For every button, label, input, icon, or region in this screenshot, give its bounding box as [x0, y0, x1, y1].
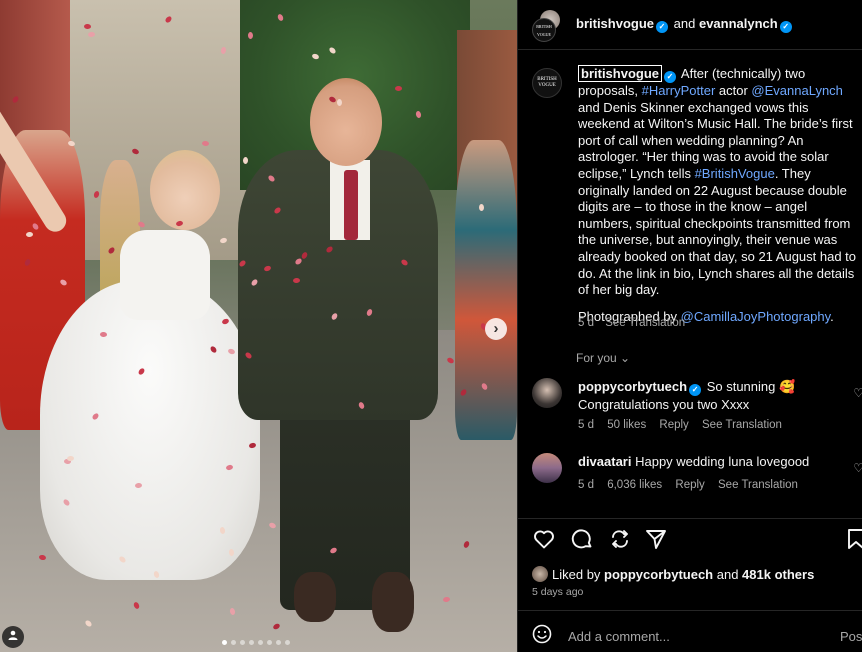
divider	[518, 610, 862, 611]
comment-input[interactable]	[568, 626, 808, 646]
header-and: and	[673, 16, 696, 31]
carousel-dot	[267, 640, 272, 645]
carousel-dots	[222, 640, 290, 645]
heart-icon[interactable]: ♡	[853, 386, 862, 400]
likes-summary[interactable]: Liked by poppycorbytuech and 481k others	[532, 566, 814, 582]
comment-body: poppycorbytuech ✓ So stunning 🥰 Congratul…	[578, 378, 848, 413]
verified-badge-icon: ✓	[664, 71, 677, 83]
caption-age[interactable]: 5 d	[578, 317, 594, 329]
bookmark-icon[interactable]	[846, 527, 862, 553]
comment-item: poppycorbytuech ✓ So stunning 🥰 Congratul…	[532, 378, 862, 438]
likes-count[interactable]: 481k others	[742, 567, 814, 582]
caption: britishvogue ✓ After (technically) two pr…	[578, 65, 860, 325]
hashtag-link[interactable]: #BritishVogue	[695, 166, 775, 181]
comment-username[interactable]: poppycorbytuech	[578, 379, 687, 394]
comment-age: 5 d	[578, 479, 594, 491]
caption-meta: 5 d See Translation	[578, 317, 693, 329]
divider	[518, 518, 862, 519]
vogue-avatar[interactable]: BRITISH VOGUE	[532, 18, 556, 42]
mention-link[interactable]: @EvannaLynch	[751, 83, 843, 98]
post-time[interactable]: 5 days ago	[532, 586, 583, 598]
likes-prefix: Liked by	[552, 567, 605, 582]
photo-shoe	[372, 572, 414, 632]
carousel-dot	[285, 640, 290, 645]
see-translation-button[interactable]: See Translation	[718, 479, 798, 491]
photo-groom	[310, 78, 382, 166]
post-photo[interactable]: ›	[0, 0, 517, 652]
share-icon[interactable]	[608, 527, 634, 553]
photo-shoe	[294, 572, 336, 622]
caption-text: actor	[715, 83, 752, 98]
post-button[interactable]: Post	[840, 629, 862, 644]
heart-icon[interactable]	[532, 527, 558, 553]
carousel-dot-active	[222, 640, 227, 645]
post-side-panel: BRITISH VOGUE britishvogue ✓ and evannaly…	[517, 0, 862, 652]
see-translation-button[interactable]: See Translation	[605, 317, 685, 329]
comment-username[interactable]: divaatari	[578, 454, 631, 469]
carousel-dot	[258, 640, 263, 645]
comment-body: divaatari Happy wedding luna lovegood	[578, 453, 848, 470]
carousel-dot	[231, 640, 236, 645]
likes-user[interactable]: poppycorbytuech	[604, 567, 713, 582]
avatar[interactable]	[532, 453, 562, 483]
for-you-dropdown[interactable]: For you ⌄	[576, 351, 630, 365]
comment-likes[interactable]: 50 likes	[607, 419, 646, 431]
verified-badge-icon: ✓	[689, 384, 702, 396]
mention-link[interactable]: @CamillaJoyPhotography	[681, 309, 831, 324]
post-actions	[532, 527, 862, 557]
confetti-petal	[478, 203, 485, 212]
send-icon[interactable]	[644, 527, 670, 553]
carousel-dot	[240, 640, 245, 645]
heart-icon[interactable]: ♡	[853, 461, 862, 475]
credit-suffix: .	[830, 308, 834, 324]
header-username-1[interactable]: britishvogue	[576, 16, 654, 31]
tag-user-icon[interactable]	[2, 626, 24, 648]
hashtag-link[interactable]: #HarryPotter	[642, 83, 716, 98]
avatar[interactable]	[532, 378, 562, 408]
photo-wedding-dress	[40, 280, 260, 580]
add-comment-bar: Post	[532, 622, 862, 650]
collab-avatars[interactable]: BRITISH VOGUE	[532, 10, 560, 42]
carousel-dot	[249, 640, 254, 645]
verified-badge-icon: ✓	[656, 21, 669, 33]
comment-icon[interactable]	[570, 527, 596, 553]
for-you-label: For you	[576, 351, 617, 365]
photo-bodice	[120, 230, 210, 320]
carousel-dot	[276, 640, 281, 645]
comment-meta: 5 d 50 likes Reply See Translation	[578, 419, 792, 431]
header-usernames: britishvogue ✓ and evannalynch ✓	[576, 16, 794, 33]
emoji-icon[interactable]	[532, 624, 552, 644]
caption-username[interactable]: britishvogue	[578, 65, 663, 82]
chevron-down-icon: ⌄	[620, 351, 631, 365]
comment-text: Happy wedding luna lovegood	[631, 454, 810, 469]
avatar	[532, 566, 548, 582]
next-arrow-icon[interactable]: ›	[485, 318, 507, 340]
post-header: BRITISH VOGUE britishvogue ✓ and evannaly…	[518, 0, 862, 50]
caption-avatar[interactable]: BRITISH VOGUE	[532, 68, 562, 98]
confetti-petal	[247, 31, 254, 40]
comment-text: So stunning 🥰	[703, 379, 796, 394]
comment-age: 5 d	[578, 419, 594, 431]
verified-badge-icon: ✓	[779, 21, 792, 33]
photo-groom-tie	[344, 170, 358, 240]
header-username-2[interactable]: evannalynch	[699, 16, 778, 31]
likes-middle: and	[713, 567, 743, 582]
comment-item: divaatari Happy wedding luna lovegood 5 …	[532, 453, 862, 503]
caption-text: . They originally landed on 22 August be…	[578, 165, 857, 298]
confetti-petal	[336, 98, 343, 107]
see-translation-button[interactable]: See Translation	[702, 419, 782, 431]
photo-bride	[150, 150, 220, 230]
confetti-petal	[395, 86, 402, 91]
reply-button[interactable]: Reply	[659, 419, 688, 431]
comment-likes[interactable]: 6,036 likes	[607, 479, 662, 491]
reply-button[interactable]: Reply	[675, 479, 704, 491]
photo-building	[70, 0, 250, 260]
comment-meta: 5 d 6,036 likes Reply See Translation	[578, 479, 808, 491]
comment-text: Congratulations you two Xxxx	[578, 397, 750, 412]
